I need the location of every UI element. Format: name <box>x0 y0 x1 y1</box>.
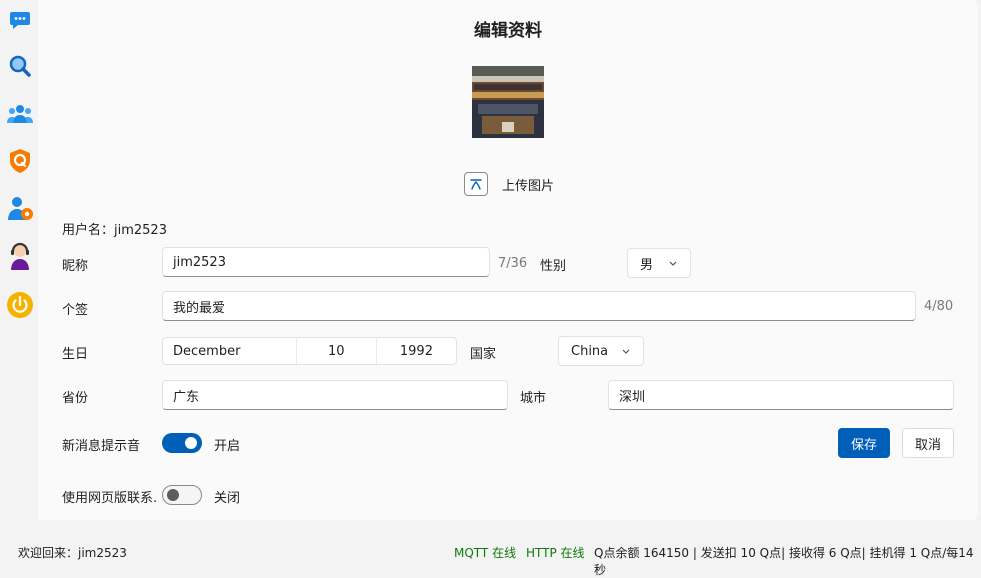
web-contact-label: 使用网页版联系. <box>62 491 158 506</box>
http-status: HTTP 在线 <box>526 546 585 560</box>
upload-image-icon <box>464 172 488 196</box>
birthday-picker[interactable]: December 10 1992 <box>162 337 457 365</box>
cancel-button[interactable]: 取消 <box>902 428 954 458</box>
user-settings-icon[interactable] <box>6 194 34 222</box>
country-value: China <box>571 343 609 359</box>
notify-sound-toggle[interactable] <box>162 433 202 453</box>
signature-label: 个签 <box>62 303 89 318</box>
username-text: 用户名：jim2523 <box>62 223 167 238</box>
page-title: 编辑资料 <box>474 21 542 41</box>
nickname-count: 7/36 <box>498 256 528 271</box>
birth-month[interactable]: December <box>163 338 297 364</box>
nickname-label: 昵称 <box>62 259 89 274</box>
save-button[interactable]: 保存 <box>838 428 890 458</box>
mqtt-status: MQTT 在线 <box>454 546 517 560</box>
birth-year[interactable]: 1992 <box>377 338 456 364</box>
city-input[interactable]: 深圳 <box>608 380 954 410</box>
chevron-down-icon <box>622 349 630 354</box>
edit-profile-panel: 编辑资料 上传图片 用户名：jim2523 昵称 jim2523 7/36 性别… <box>38 0 978 520</box>
country-select[interactable]: China <box>558 336 644 366</box>
notify-sound-label: 新消息提示音 <box>62 439 141 454</box>
gender-value: 男 <box>640 257 654 273</box>
support-agent-icon[interactable] <box>6 242 34 270</box>
welcome-text: 欢迎回来：jim2523 <box>18 546 127 560</box>
signature-count: 4/80 <box>924 299 954 314</box>
group-icon[interactable] <box>6 100 34 128</box>
chat-icon[interactable] <box>6 6 34 34</box>
web-contact-state: 关闭 <box>214 491 241 506</box>
shield-q-icon[interactable] <box>6 147 34 175</box>
gender-label: 性别 <box>540 259 567 274</box>
status-bar: 欢迎回来：jim2523 MQTT 在线 HTTP 在线 Q点余额 164150… <box>0 536 981 577</box>
points-info: Q点余额 164150 | 发送扣 10 Q点| 接收得 6 Q点| 挂机得 1… <box>594 546 974 577</box>
chevron-down-icon <box>669 261 677 266</box>
birth-day[interactable]: 10 <box>297 338 377 364</box>
birthday-label: 生日 <box>62 347 89 362</box>
avatar-image <box>472 66 544 138</box>
upload-image-label: 上传图片 <box>502 178 555 194</box>
province-label: 省份 <box>62 391 89 406</box>
province-input[interactable]: 广东 <box>162 380 508 410</box>
country-label: 国家 <box>470 347 497 362</box>
upload-image-button[interactable]: 上传图片 <box>464 172 554 196</box>
city-label: 城市 <box>520 391 547 406</box>
nickname-input[interactable]: jim2523 <box>162 247 490 277</box>
signature-input[interactable]: 我的最爱 <box>162 291 916 321</box>
search-icon[interactable] <box>6 52 34 80</box>
sidebar <box>0 0 38 520</box>
notify-sound-state: 开启 <box>214 439 241 454</box>
power-icon[interactable] <box>6 291 34 319</box>
gender-select[interactable]: 男 <box>627 248 691 278</box>
web-contact-toggle[interactable] <box>162 485 202 505</box>
